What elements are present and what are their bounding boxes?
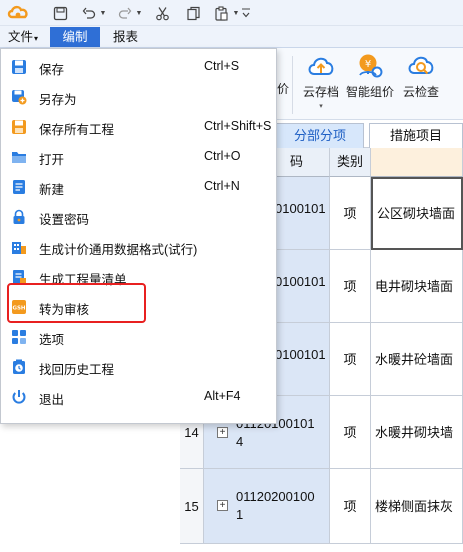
file-dropdown-menu: 保存 Ctrl+S 另存为 保存所有工程 Ctrl+Shift+S 打开 Ctr…	[0, 48, 277, 424]
history-icon	[11, 359, 27, 375]
row-number-cell[interactable]: 15	[180, 469, 204, 544]
menu-item-options[interactable]: 选项	[1, 322, 276, 352]
undo-icon[interactable]	[82, 4, 96, 22]
report-menu-tab[interactable]: 报表	[113, 27, 138, 47]
code-cell[interactable]: + 01120200100 1	[204, 469, 330, 544]
name-cell[interactable]: 公区砌块墙面	[371, 177, 463, 250]
undo-dropdown-icon[interactable]: ▼	[98, 4, 108, 22]
redo-dropdown-icon[interactable]: ▼	[134, 4, 144, 22]
save-icon[interactable]	[52, 4, 68, 22]
file-menu-tab[interactable]: 文件▾	[8, 27, 38, 47]
type-cell[interactable]: 项	[330, 323, 371, 396]
menu-item-recover-history[interactable]: 找回历史工程	[1, 352, 276, 382]
menu-item-export-pricing-data[interactable]: 生成计价通用数据格式(试行)	[1, 232, 276, 262]
svg-text:¥: ¥	[365, 59, 371, 70]
lock-icon	[11, 209, 27, 225]
type-cell[interactable]: 项	[330, 177, 371, 250]
menu-item-save[interactable]: 保存 Ctrl+S	[1, 52, 276, 82]
menu-item-exit[interactable]: 退出 Alt+F4	[1, 382, 276, 412]
tab-subsection-items[interactable]: 分部分项	[276, 123, 364, 148]
new-file-icon	[11, 179, 27, 195]
cloud-archive-dropdown-icon: ▾	[319, 103, 323, 110]
copy-icon[interactable]	[185, 4, 201, 22]
paste-icon[interactable]	[213, 4, 229, 22]
cut-icon[interactable]	[154, 4, 170, 22]
menu-item-save-as[interactable]: 另存为	[1, 82, 276, 112]
save-icon	[11, 59, 27, 75]
cloud-check-button[interactable]: 云检查	[398, 52, 444, 100]
options-grid-icon	[11, 329, 27, 345]
save-as-icon	[11, 89, 27, 105]
quick-access-toolbar: ▼ ▼ ▼	[0, 0, 463, 26]
type-cell[interactable]: 项	[330, 469, 371, 544]
smart-pricing-button[interactable]: ¥ 智能组价	[343, 52, 397, 100]
type-column-header[interactable]: 类别	[330, 148, 371, 177]
name-cell[interactable]: 电井砌块墙面	[371, 250, 463, 323]
expand-row-icon[interactable]: +	[217, 500, 228, 511]
name-cell[interactable]: 楼梯侧面抹灰	[371, 469, 463, 544]
file-menu-arrow-icon: ▾	[34, 34, 39, 43]
app-logo-icon[interactable]	[6, 4, 32, 22]
menu-item-set-password[interactable]: 设置密码	[1, 202, 276, 232]
cloud-upload-icon	[307, 52, 335, 80]
type-cell[interactable]: 项	[330, 396, 371, 469]
save-all-icon	[11, 119, 27, 135]
menu-bar: 文件▾ 编制 报表	[0, 26, 463, 48]
name-cell[interactable]: 水暖井砼墙面	[371, 323, 463, 396]
customize-toolbar-icon[interactable]	[240, 4, 252, 22]
menu-item-new[interactable]: 新建 Ctrl+N	[1, 172, 276, 202]
smart-pricing-icon: ¥	[356, 52, 384, 80]
redo-icon[interactable]	[118, 4, 132, 22]
cloud-check-icon	[407, 52, 435, 80]
menu-item-open[interactable]: 打开 Ctrl+O	[1, 142, 276, 172]
highlight-box	[7, 283, 146, 323]
edit-menu-tab[interactable]: 编制	[50, 27, 100, 47]
export-data-icon	[11, 239, 27, 255]
power-icon	[11, 389, 27, 405]
type-cell[interactable]: 项	[330, 250, 371, 323]
open-folder-icon	[11, 149, 27, 165]
menu-item-save-all[interactable]: 保存所有工程 Ctrl+Shift+S	[1, 112, 276, 142]
name-column-header[interactable]	[371, 148, 463, 177]
expand-row-icon[interactable]: +	[217, 427, 228, 438]
name-cell[interactable]: 水暖井砌块墙	[371, 396, 463, 469]
cloud-archive-button[interactable]: 云存档 ▾	[296, 52, 346, 110]
ribbon-divider	[292, 56, 293, 114]
tab-measure-items[interactable]: 措施项目	[369, 123, 463, 148]
ribbon-partial-label: 价	[277, 82, 290, 96]
